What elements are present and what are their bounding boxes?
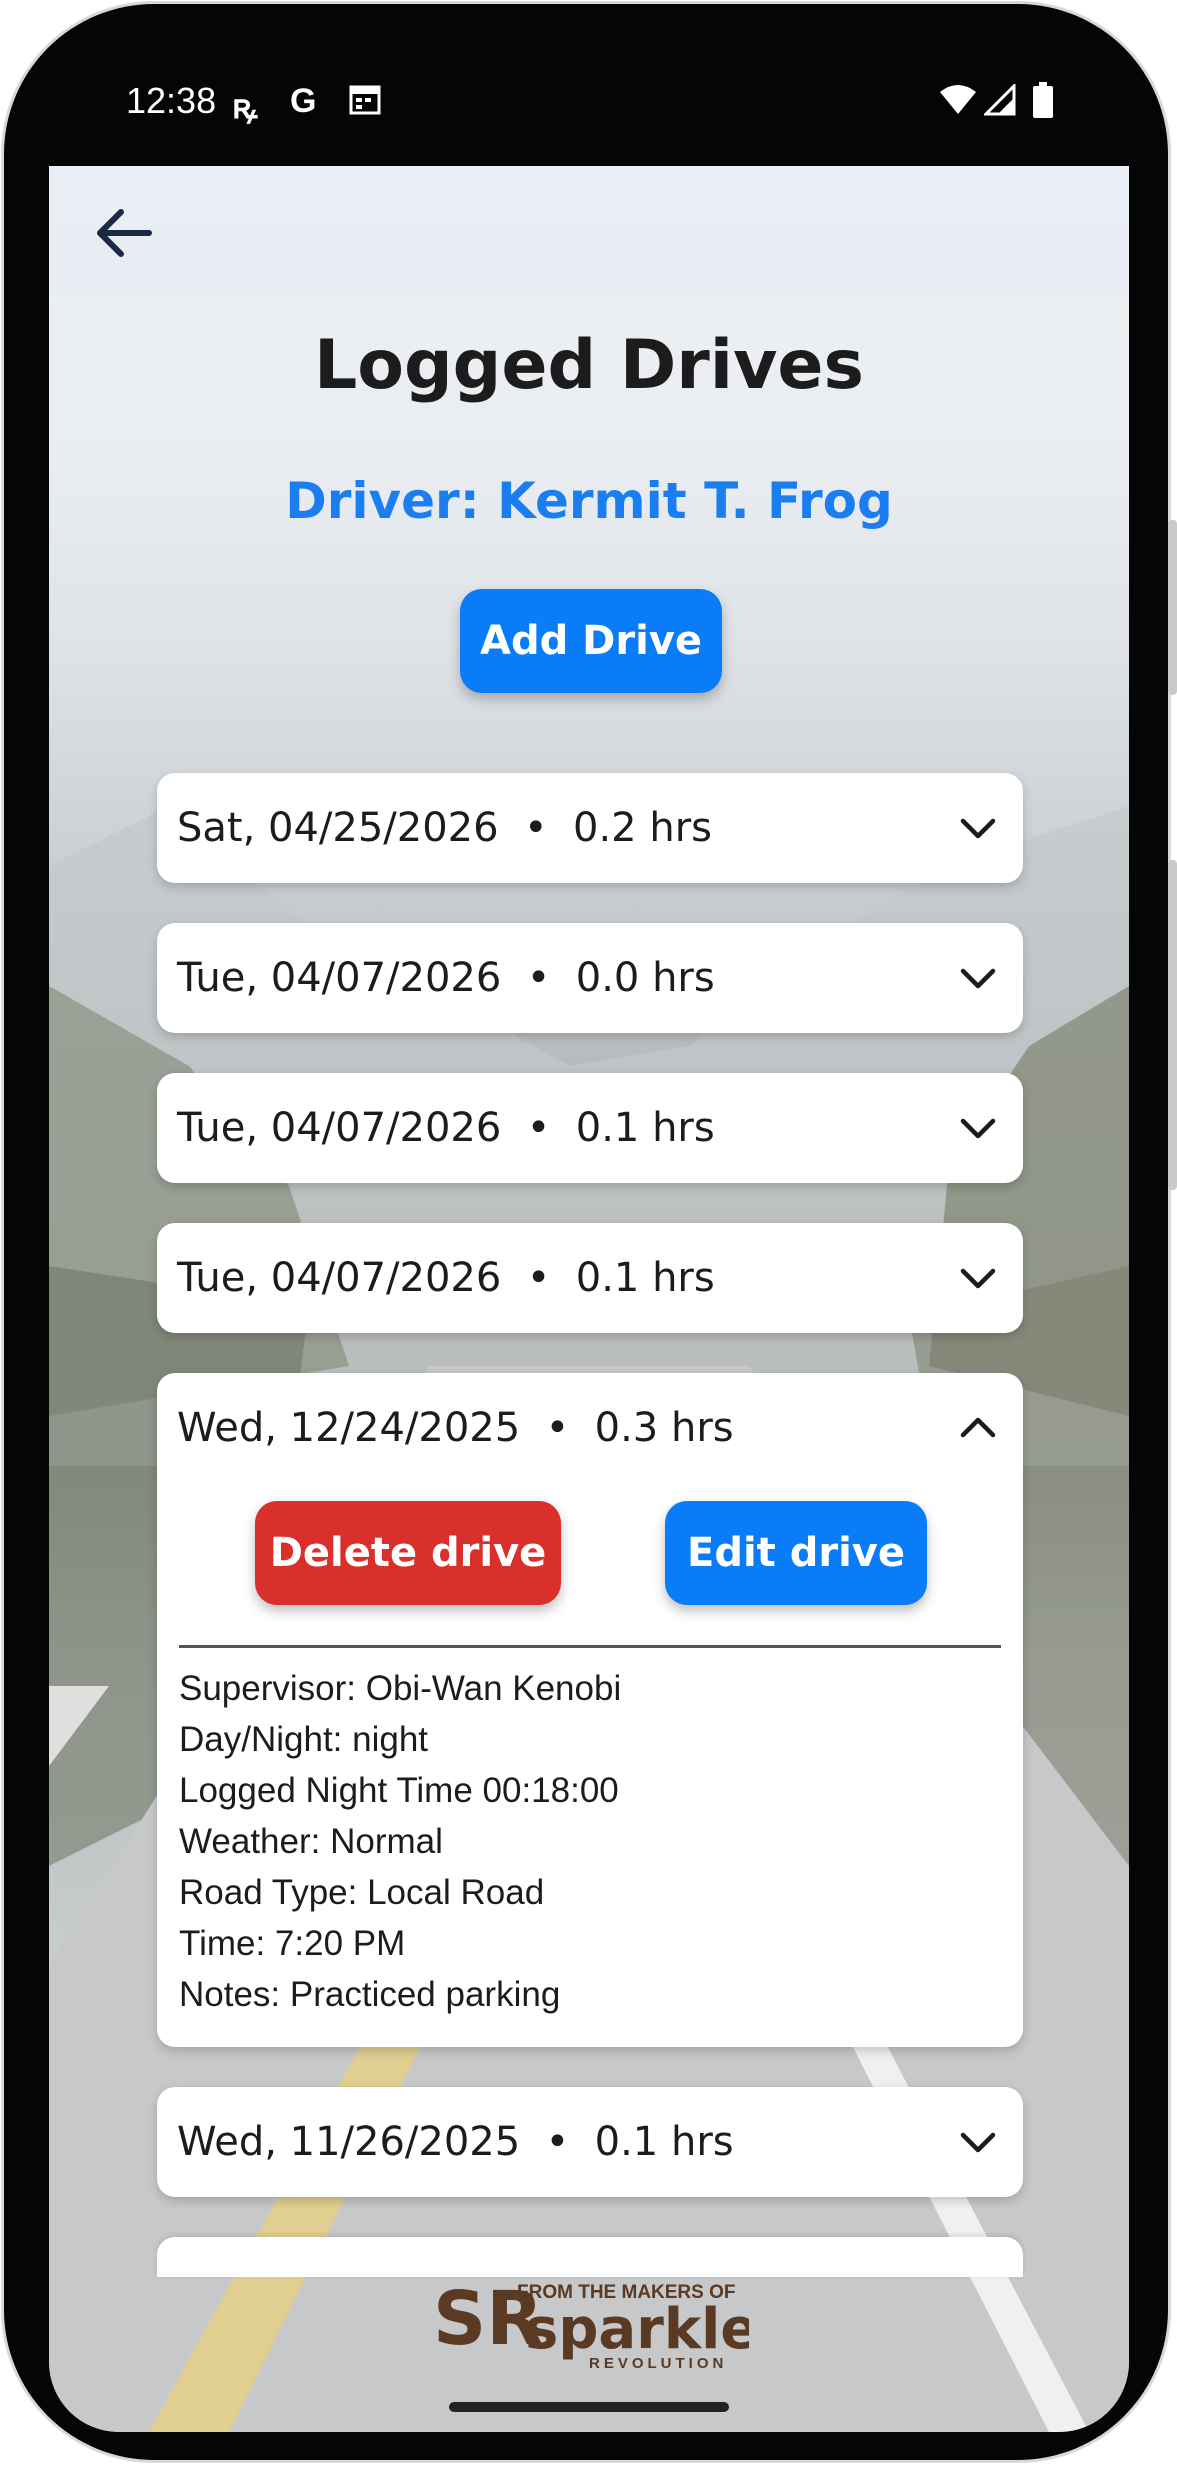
chevron-up-icon[interactable]: [959, 1411, 997, 1445]
detail-road-type: Road Type: Local Road: [179, 1873, 545, 1912]
drive-details: Supervisor: Obi-Wan Kenobi Day/Night: ni…: [179, 1663, 621, 2020]
battery-icon: [1032, 82, 1054, 127]
phone-frame: 12:38 ꝶ G Logged Drives Driver: Kermit T…: [4, 4, 1168, 2460]
drive-summary: Wed, 11/26/2025 • 0.1 hrs: [177, 2119, 734, 2165]
drive-summary: Sat, 04/25/2026 • 0.2 hrs: [177, 805, 712, 851]
add-drive-button[interactable]: Add Drive: [460, 589, 722, 693]
sr-icon: ꝶ: [232, 88, 258, 126]
drive-summary: Tue, 04/07/2026 • 0.1 hrs: [177, 1105, 715, 1151]
status-bar: 12:38 ꝶ G: [4, 4, 1168, 174]
back-button[interactable]: [89, 198, 159, 268]
detail-supervisor: Supervisor: Obi-Wan Kenobi: [179, 1669, 622, 1708]
arrow-left-icon: [97, 209, 152, 257]
sparkle-revolution-logo: SR FROM THE MAKERS OF sparkle REVOLUTION: [429, 2266, 758, 2376]
google-icon: G: [290, 82, 317, 120]
drive-card[interactable]: Sat, 04/25/2026 • 0.2 hrs: [157, 773, 1023, 883]
edit-drive-button[interactable]: Edit drive: [665, 1501, 927, 1605]
drive-card[interactable]: Tue, 04/07/2026 • 0.0 hrs: [157, 923, 1023, 1033]
chevron-down-icon[interactable]: [959, 2125, 997, 2159]
status-time: 12:38: [126, 80, 217, 121]
app-top-bar: [49, 166, 1129, 296]
detail-weather: Weather: Normal: [179, 1822, 443, 1861]
calendar-icon: [348, 82, 382, 125]
drive-card[interactable]: Tue, 04/07/2026 • 0.1 hrs: [157, 1223, 1023, 1333]
detail-time: Time: 7:20 PM: [179, 1924, 406, 1963]
detail-notes: Notes: Practiced parking: [179, 1975, 561, 2014]
app-screen: Logged Drives Driver: Kermit T. Frog Add…: [49, 166, 1129, 2432]
drive-card[interactable]: Tue, 04/07/2026 • 0.1 hrs: [157, 1073, 1023, 1183]
drive-card[interactable]: Wed, 11/26/2025 • 0.1 hrs: [157, 2087, 1023, 2197]
chevron-down-icon[interactable]: [959, 961, 997, 995]
detail-night-time: Logged Night Time 00:18:00: [179, 1771, 619, 1810]
signal-icon: [982, 82, 1016, 125]
logo-brand-sub: REVOLUTION: [589, 2355, 727, 2372]
page-title: Logged Drives: [313, 326, 865, 405]
drive-card-expanded: Wed, 12/24/2025 • 0.3 hrs Delete drive E…: [157, 1373, 1023, 2047]
chevron-down-icon[interactable]: [959, 1111, 997, 1145]
chevron-down-icon[interactable]: [959, 811, 997, 845]
power-button: [1168, 860, 1177, 1190]
drive-summary: Tue, 04/07/2026 • 0.1 hrs: [177, 1255, 715, 1301]
driver-name: Driver: Kermit T. Frog: [285, 472, 893, 530]
volume-button: [1168, 520, 1177, 695]
detail-day-night: Day/Night: night: [179, 1720, 429, 1759]
chevron-down-icon[interactable]: [959, 1261, 997, 1295]
logo-brand: sparkle: [525, 2297, 749, 2362]
delete-drive-button[interactable]: Delete drive: [255, 1501, 561, 1605]
drive-summary[interactable]: Wed, 12/24/2025 • 0.3 hrs: [177, 1373, 734, 1483]
divider: [179, 1645, 1001, 1648]
drive-summary: Tue, 04/07/2026 • 0.0 hrs: [177, 955, 715, 1001]
home-indicator[interactable]: [449, 2402, 729, 2412]
wifi-icon: [938, 84, 978, 125]
